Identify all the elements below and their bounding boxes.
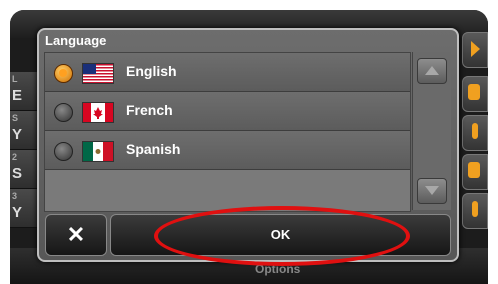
mexico-flag-icon [82, 141, 114, 162]
radio-unselected-icon[interactable] [54, 103, 73, 122]
background-row-label: 3 [12, 191, 18, 201]
arrow-up-icon [425, 66, 439, 75]
language-row-french[interactable]: French [45, 92, 410, 131]
background-row-label: L [12, 74, 18, 84]
background-row-value: Y [12, 204, 23, 221]
background-list-button [462, 76, 488, 112]
arrow-down-icon [425, 186, 439, 195]
radio-unselected-icon[interactable] [54, 142, 73, 161]
background-next-button [462, 32, 488, 68]
background-options-label: Options [255, 262, 301, 276]
toggle-icon [472, 123, 478, 139]
canada-flag-icon [82, 102, 114, 123]
language-label: Spanish [126, 141, 181, 157]
scroll-down-button[interactable] [417, 178, 447, 204]
background-row-value: Y [12, 126, 23, 143]
background-toggle-button [462, 115, 488, 151]
language-label: French [126, 102, 173, 118]
background-row-value: S [12, 165, 23, 182]
background-list-button [462, 154, 488, 190]
list-icon [468, 84, 480, 100]
language-row-spanish[interactable]: Spanish [45, 131, 410, 170]
ok-button[interactable]: OK [110, 214, 451, 256]
scroll-up-button[interactable] [417, 58, 447, 84]
cancel-button[interactable]: ✕ [45, 214, 107, 256]
background-toggle-button [462, 193, 488, 229]
language-row-english[interactable]: English [45, 53, 410, 92]
us-flag-icon [82, 63, 114, 84]
arrow-right-icon [471, 41, 480, 57]
language-dialog: Language English French Spanish ✕ OK [37, 28, 459, 262]
toggle-icon [472, 201, 478, 217]
radio-selected-icon[interactable] [54, 64, 73, 83]
background-row-label: S [12, 113, 19, 123]
language-list: English French Spanish [44, 52, 411, 212]
dialog-title: Language [45, 33, 107, 48]
list-icon [468, 162, 480, 178]
background-row-value: E [12, 87, 23, 104]
language-label: English [126, 63, 177, 79]
list-scrollbar[interactable] [412, 52, 451, 210]
background-row-label: 2 [12, 152, 18, 162]
